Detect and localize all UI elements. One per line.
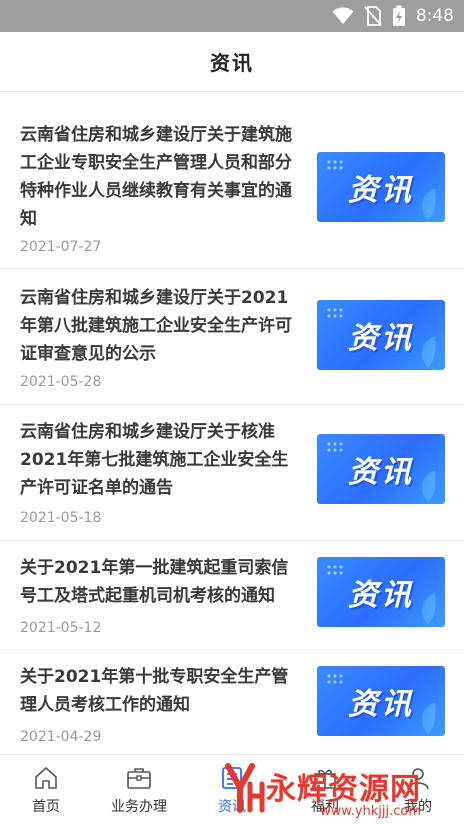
tab-business[interactable]: 业务办理 [93,755,185,824]
thumbnail-label: 资讯 [348,455,414,490]
status-bar: 8:48 [0,0,464,32]
thumbnail-label: 资讯 [348,321,414,356]
watermark-url: www.yhkjjj.com [320,804,422,819]
news-item[interactable]: 关于2021年第一批建筑起重司索信号工及塔式起重机司机考核的通知 2021-05… [0,542,464,650]
status-time: 8:48 [415,6,454,26]
status-icons: 8:48 [332,0,454,32]
news-thumbnail: 资讯 [317,300,445,370]
news-item[interactable]: 云南省住房和城乡建设厅关于2021年第八批建筑施工企业安全生产许可证审查意见的公… [0,270,464,405]
battery-charging-icon [392,5,405,26]
news-date: 2021-05-28 [20,374,102,390]
news-thumbnail: 资讯 [317,557,445,627]
thumbnail-label: 资讯 [348,687,414,722]
news-title: 云南省住房和城乡建设厅关于建筑施工企业专职安全生产管理人员和部分特种作业人员继续… [20,125,292,229]
home-icon [35,767,57,789]
no-sim-icon [364,6,382,26]
news-item[interactable]: 云南省住房和城乡建设厅关于建筑施工企业专职安全生产管理人员和部分特种作业人员继续… [0,93,464,269]
news-date: 2021-05-12 [20,620,102,636]
news-item[interactable]: 云南省住房和城乡建设厅关于核准2021年第七批建筑施工企业安全生产许可证名单的通… [0,406,464,541]
news-title: 云南省住房和城乡建设厅关于核准2021年第七批建筑施工企业安全生产许可证名单的通… [20,422,289,498]
news-title: 关于2021年第一批建筑起重司索信号工及塔式起重机司机考核的通知 [20,558,289,606]
watermark-text: 永辉资源网 [266,772,421,807]
news-title: 关于2021年第十批专职安全生产管理人员考核工作的通知 [20,667,289,715]
news-date: 2021-04-29 [20,729,102,745]
news-date: 2021-07-27 [20,239,102,255]
thumbnail-label: 资讯 [348,173,414,208]
tab-label: 首页 [32,799,60,815]
page-title: 资讯 [210,51,254,75]
thumbnail-label: 资讯 [348,578,414,613]
news-date: 2021-05-18 [20,510,102,526]
watermark: 永辉资源网 www.yhkjjj.com [220,760,464,824]
watermark-logo-icon [225,763,265,813]
briefcase-icon [127,768,151,789]
news-thumbnail: 资讯 [317,152,445,222]
wifi-icon [332,7,354,24]
news-title: 云南省住房和城乡建设厅关于2021年第八批建筑施工企业安全生产许可证审查意见的公… [20,288,292,364]
news-list: 云南省住房和城乡建设厅关于建筑施工企业专职安全生产管理人员和部分特种作业人员继续… [0,93,464,753]
page-header: 资讯 [0,32,464,92]
news-item[interactable]: 关于2021年第十批专职安全生产管理人员考核工作的通知 2021-04-29 资… [0,651,464,753]
tab-label: 业务办理 [111,799,167,815]
news-thumbnail: 资讯 [317,666,445,736]
tab-home[interactable]: 首页 [0,755,92,824]
news-thumbnail: 资讯 [317,434,445,504]
